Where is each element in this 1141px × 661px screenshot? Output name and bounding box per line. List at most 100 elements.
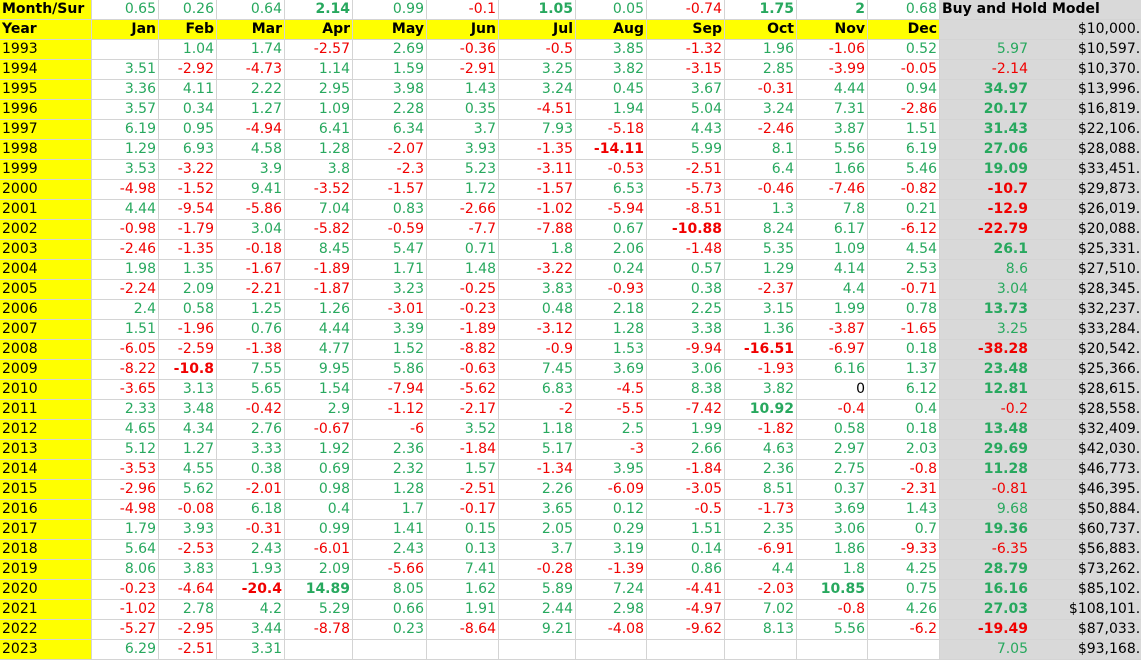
return-cell[interactable]: 1.27: [159, 440, 217, 460]
return-cell[interactable]: 0.95: [159, 120, 217, 140]
return-cell[interactable]: -0.5: [499, 40, 576, 60]
return-cell[interactable]: 4.2: [217, 600, 285, 620]
month-sum-cell[interactable]: 0.65: [92, 0, 159, 20]
return-cell[interactable]: 3.93: [159, 520, 217, 540]
return-cell[interactable]: -1.35: [159, 240, 217, 260]
year-cell[interactable]: 2020: [0, 580, 92, 600]
return-cell[interactable]: -1.48: [647, 240, 725, 260]
return-cell[interactable]: 0.29: [576, 520, 647, 540]
return-cell[interactable]: 0: [797, 380, 868, 400]
return-cell[interactable]: 3.67: [647, 80, 725, 100]
return-cell[interactable]: -4.98: [92, 500, 159, 520]
return-cell[interactable]: 9.21: [499, 620, 576, 640]
return-cell[interactable]: 3.51: [92, 60, 159, 80]
return-cell[interactable]: -14.11: [576, 140, 647, 160]
year-cell[interactable]: 2001: [0, 200, 92, 220]
return-cell[interactable]: -0.23: [92, 580, 159, 600]
return-cell[interactable]: -5.86: [217, 200, 285, 220]
return-cell[interactable]: 0.71: [427, 240, 499, 260]
return-cell[interactable]: -1.32: [647, 40, 725, 60]
return-cell[interactable]: 2.53: [868, 260, 940, 280]
return-cell[interactable]: 0.37: [797, 480, 868, 500]
return-cell[interactable]: -0.93: [576, 280, 647, 300]
return-cell[interactable]: 3.95: [576, 460, 647, 480]
return-cell[interactable]: 2.95: [285, 80, 353, 100]
year-cell[interactable]: 1996: [0, 100, 92, 120]
model-row-cell[interactable]: 7.05 $93,168.00: [940, 640, 1141, 660]
return-cell[interactable]: 0.52: [868, 40, 940, 60]
return-cell[interactable]: 6.19: [868, 140, 940, 160]
return-cell[interactable]: 3.57: [92, 100, 159, 120]
return-cell[interactable]: 3.98: [353, 80, 427, 100]
return-cell[interactable]: 0.58: [797, 420, 868, 440]
month-sum-cell[interactable]: 0.64: [217, 0, 285, 20]
return-cell[interactable]: -0.05: [868, 60, 940, 80]
return-cell[interactable]: -7.42: [647, 400, 725, 420]
return-cell[interactable]: 2.05: [499, 520, 576, 540]
month-header-cell[interactable]: Oct: [725, 20, 797, 40]
return-cell[interactable]: 5.86: [353, 360, 427, 380]
month-sum-cell[interactable]: 1.75: [725, 0, 797, 20]
return-cell[interactable]: 2.66: [647, 440, 725, 460]
return-cell[interactable]: 1.09: [797, 240, 868, 260]
return-cell[interactable]: 3.44: [217, 620, 285, 640]
return-cell[interactable]: 3.93: [427, 140, 499, 160]
return-cell[interactable]: -2.95: [159, 620, 217, 640]
return-cell[interactable]: 3.52: [427, 420, 499, 440]
return-cell[interactable]: -6.97: [797, 340, 868, 360]
month-sum-cell[interactable]: -0.74: [647, 0, 725, 20]
model-row-cell[interactable]: 29.69 $42,030.00: [940, 440, 1141, 460]
start-value-cell[interactable]: $10,000.00: [940, 20, 1141, 40]
return-cell[interactable]: 1.51: [647, 520, 725, 540]
return-cell[interactable]: 3.82: [725, 380, 797, 400]
return-cell[interactable]: -2.66: [427, 200, 499, 220]
return-cell[interactable]: -10.8: [159, 360, 217, 380]
corner-label-cell[interactable]: Month/Sur: [0, 0, 92, 20]
model-row-cell[interactable]: 9.68 $50,884.00: [940, 500, 1141, 520]
return-cell[interactable]: 1.74: [217, 40, 285, 60]
return-cell[interactable]: 1.62: [427, 580, 499, 600]
return-cell[interactable]: 0.69: [285, 460, 353, 480]
return-cell[interactable]: -2.96: [92, 480, 159, 500]
return-cell[interactable]: 2.43: [353, 540, 427, 560]
return-cell[interactable]: 0.21: [868, 200, 940, 220]
return-cell[interactable]: 8.45: [285, 240, 353, 260]
return-cell[interactable]: [285, 640, 353, 660]
return-cell[interactable]: 0.78: [868, 300, 940, 320]
return-cell[interactable]: 4.55: [159, 460, 217, 480]
return-cell[interactable]: -6: [353, 420, 427, 440]
return-cell[interactable]: -0.59: [353, 220, 427, 240]
return-cell[interactable]: 0.83: [353, 200, 427, 220]
return-cell[interactable]: 0.45: [576, 80, 647, 100]
return-cell[interactable]: 1.91: [427, 600, 499, 620]
return-cell[interactable]: -1.89: [427, 320, 499, 340]
return-cell[interactable]: 1.25: [217, 300, 285, 320]
return-cell[interactable]: 3.83: [159, 560, 217, 580]
return-cell[interactable]: -3.22: [499, 260, 576, 280]
return-cell[interactable]: 0.4: [868, 400, 940, 420]
return-cell[interactable]: 1.66: [797, 160, 868, 180]
return-cell[interactable]: 2.09: [285, 560, 353, 580]
return-cell[interactable]: 6.93: [159, 140, 217, 160]
return-cell[interactable]: -7.88: [499, 220, 576, 240]
return-cell[interactable]: 1.72: [427, 180, 499, 200]
return-cell[interactable]: 4.54: [868, 240, 940, 260]
return-cell[interactable]: -6.91: [725, 540, 797, 560]
return-cell[interactable]: 2.26: [499, 480, 576, 500]
return-cell[interactable]: 6.16: [797, 360, 868, 380]
return-cell[interactable]: 4.26: [868, 600, 940, 620]
model-row-cell[interactable]: 19.36 $60,737.00: [940, 520, 1141, 540]
return-cell[interactable]: -6.2: [868, 620, 940, 640]
return-cell[interactable]: 0.4: [285, 500, 353, 520]
return-cell[interactable]: 0.98: [285, 480, 353, 500]
return-cell[interactable]: 1.7: [353, 500, 427, 520]
month-header-cell[interactable]: Nov: [797, 20, 868, 40]
return-cell[interactable]: -0.53: [576, 160, 647, 180]
return-cell[interactable]: 2.5: [576, 420, 647, 440]
return-cell[interactable]: 5.47: [353, 240, 427, 260]
return-cell[interactable]: 0.7: [868, 520, 940, 540]
model-row-cell[interactable]: 34.97 $13,996.00: [940, 80, 1141, 100]
return-cell[interactable]: -1.02: [499, 200, 576, 220]
return-cell[interactable]: 2.06: [576, 240, 647, 260]
return-cell[interactable]: 10.85: [797, 580, 868, 600]
